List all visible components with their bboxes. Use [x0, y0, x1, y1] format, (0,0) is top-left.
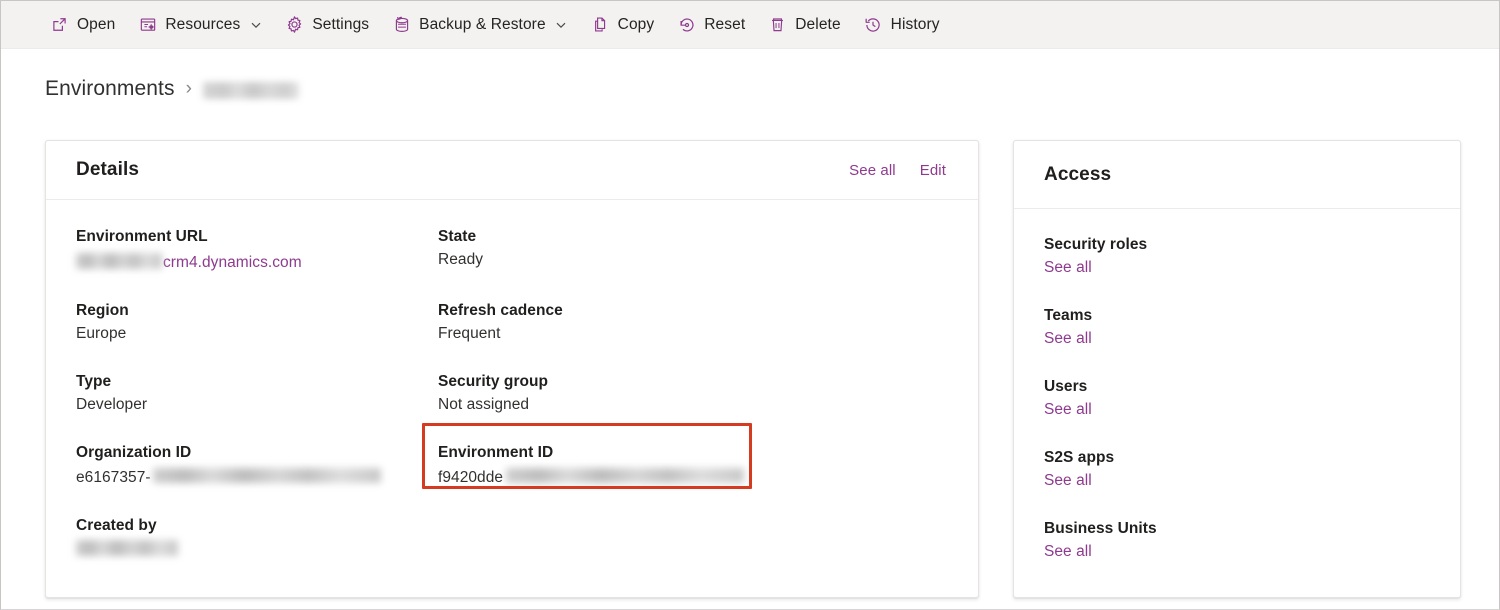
command-resources-label: Resources — [165, 15, 241, 33]
access-item-label: Business Units — [1044, 520, 1157, 537]
details-see-all-link[interactable]: See all — [849, 162, 896, 179]
redacted-organization-id-suffix — [152, 468, 381, 483]
redacted-url-prefix — [76, 253, 162, 269]
history-clock-icon — [864, 15, 883, 34]
field-environment-url: Environment URL crm4.dynamics.com — [76, 228, 438, 272]
access-item-security-roles: Security roles See all — [1044, 236, 1430, 277]
database-restore-icon — [392, 15, 411, 34]
environment-details-page: Open Resources Settings Backup & Restore… — [0, 0, 1500, 610]
command-backup-restore-label: Backup & Restore — [419, 15, 546, 33]
command-open-label: Open — [77, 15, 116, 33]
access-see-all-link[interactable]: See all — [1044, 330, 1430, 348]
details-title: Details — [76, 159, 140, 180]
command-copy[interactable]: Copy — [582, 7, 664, 43]
field-label: Type — [76, 373, 112, 390]
field-state: State Ready — [438, 228, 948, 272]
field-label: Created by — [76, 517, 157, 534]
details-field-grid: Environment URL crm4.dynamics.com State … — [76, 228, 948, 556]
details-header-actions: See all Edit — [849, 162, 946, 179]
field-label: Environment ID — [438, 444, 554, 461]
reset-icon — [677, 15, 696, 34]
field-value: Frequent — [438, 325, 501, 342]
access-see-all-link[interactable]: See all — [1044, 259, 1430, 277]
chevron-down-icon — [249, 18, 262, 31]
field-value: Not assigned — [438, 396, 530, 413]
details-edit-link[interactable]: Edit — [920, 162, 946, 179]
field-refresh-cadence: Refresh cadence Frequent — [438, 302, 948, 343]
field-label: Environment URL — [76, 228, 208, 245]
field-environment-id: Environment ID f9420dde — [438, 444, 948, 487]
copy-icon — [591, 15, 610, 34]
access-card: Access Security roles See all Teams See … — [1013, 140, 1461, 598]
access-item-label: Teams — [1044, 307, 1093, 324]
field-label: Organization ID — [76, 444, 192, 461]
breadcrumb-environments[interactable]: Environments — [45, 77, 175, 101]
gear-icon — [285, 15, 304, 34]
command-delete[interactable]: Delete — [759, 7, 849, 43]
command-reset[interactable]: Reset — [668, 7, 754, 43]
access-item-label: Security roles — [1044, 236, 1148, 253]
field-organization-id: Organization ID e6167357- — [76, 444, 438, 487]
field-value[interactable]: crm4.dynamics.com — [76, 251, 438, 272]
redacted-created-by-value — [76, 540, 178, 556]
access-title: Access — [1044, 163, 1112, 185]
details-card-body: Environment URL crm4.dynamics.com State … — [46, 200, 978, 556]
command-history[interactable]: History — [855, 7, 949, 43]
environment-id-text: f9420dde — [438, 469, 504, 486]
field-label: State — [438, 228, 477, 245]
field-label: Region — [76, 302, 129, 319]
trash-icon — [768, 15, 787, 34]
details-card-header: Details See all Edit — [46, 141, 978, 200]
field-spacer — [438, 517, 948, 556]
chevron-down-icon — [555, 18, 568, 31]
command-resources[interactable]: Resources — [129, 7, 271, 43]
access-item-business-units: Business Units See all — [1044, 520, 1430, 561]
open-external-icon — [50, 15, 69, 34]
command-bar: Open Resources Settings Backup & Restore… — [1, 1, 1499, 49]
redacted-environment-id-suffix — [506, 468, 745, 483]
access-card-body: Security roles See all Teams See all Use… — [1014, 209, 1460, 561]
field-region: Region Europe — [76, 302, 438, 343]
command-reset-label: Reset — [704, 15, 746, 33]
command-backup-restore[interactable]: Backup & Restore — [383, 7, 577, 43]
field-value: f9420dde — [438, 467, 948, 487]
field-value — [76, 540, 438, 556]
command-settings[interactable]: Settings — [276, 7, 378, 43]
breadcrumb-current-environment-redacted[interactable] — [202, 82, 299, 99]
access-card-header: Access — [1014, 141, 1460, 209]
details-card: Details See all Edit Environment URL crm… — [45, 140, 979, 598]
field-security-group: Security group Not assigned — [438, 373, 948, 414]
command-settings-label: Settings — [312, 15, 370, 33]
breadcrumb-separator-icon: › — [185, 78, 192, 99]
access-item-label: Users — [1044, 378, 1088, 395]
field-type: Type Developer — [76, 373, 438, 414]
command-copy-label: Copy — [617, 15, 655, 33]
access-see-all-link[interactable]: See all — [1044, 543, 1430, 561]
field-created-by: Created by — [76, 517, 438, 556]
access-item-teams: Teams See all — [1044, 307, 1430, 348]
organization-id-text: e6167357- — [76, 469, 151, 486]
access-item-label: S2S apps — [1044, 449, 1115, 466]
field-label: Security group — [438, 373, 549, 390]
field-value: Europe — [76, 325, 127, 342]
access-item-s2s-apps: S2S apps See all — [1044, 449, 1430, 490]
field-label: Refresh cadence — [438, 302, 563, 319]
field-value: Ready — [438, 251, 484, 268]
environment-url-text: crm4.dynamics.com — [163, 254, 302, 271]
command-delete-label: Delete — [795, 15, 841, 33]
field-value: Developer — [76, 396, 148, 413]
command-history-label: History — [890, 15, 940, 33]
breadcrumb: Environments › — [45, 71, 299, 107]
access-item-users: Users See all — [1044, 378, 1430, 419]
command-open[interactable]: Open — [41, 7, 124, 43]
field-value: e6167357- — [76, 467, 438, 487]
access-see-all-link[interactable]: See all — [1044, 472, 1430, 490]
resources-icon — [138, 15, 157, 34]
access-see-all-link[interactable]: See all — [1044, 401, 1430, 419]
